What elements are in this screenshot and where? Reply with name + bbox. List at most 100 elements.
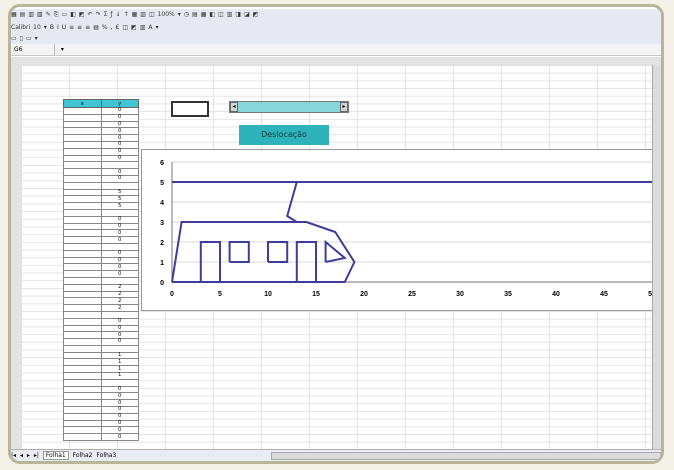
cell-x[interactable] xyxy=(63,127,102,136)
name-box[interactable]: G6 xyxy=(11,44,55,55)
toolbar-button-2[interactable]: ▥ xyxy=(28,9,34,20)
format-button-16[interactable]: A xyxy=(148,22,152,33)
cell-x[interactable] xyxy=(63,222,102,231)
cell-y[interactable]: 0 xyxy=(100,426,139,435)
form-control-0[interactable]: ▭ xyxy=(11,33,17,44)
cell-x[interactable] xyxy=(63,331,102,340)
cell-x[interactable] xyxy=(63,229,102,238)
cell-y[interactable]: 1 xyxy=(100,351,139,360)
toolbar-button-11[interactable]: Σ xyxy=(104,9,108,20)
vertical-scrollbar[interactable] xyxy=(652,65,661,449)
format-button-0[interactable]: Calibri xyxy=(11,22,30,33)
cell-y[interactable]: 0 xyxy=(100,270,139,278)
toolbar-button-20[interactable]: ◷ xyxy=(184,9,189,20)
cell-y[interactable]: 2 xyxy=(100,290,139,299)
cell-x[interactable] xyxy=(63,161,102,170)
cell-y[interactable]: 5 xyxy=(100,195,139,204)
cell-y[interactable]: 2 xyxy=(100,304,139,312)
last-sheet-icon[interactable]: ▸| xyxy=(34,452,39,459)
format-button-3[interactable]: B xyxy=(50,22,54,33)
cell-x[interactable] xyxy=(63,317,102,326)
format-button-1[interactable]: 10 xyxy=(33,22,41,33)
cell-y[interactable]: 0 xyxy=(100,338,139,346)
toolbar-button-8[interactable]: ◩ xyxy=(79,9,85,20)
cell-x[interactable] xyxy=(63,140,102,149)
cell-y[interactable]: 2 xyxy=(100,283,139,292)
toolbar-button-25[interactable]: ▥ xyxy=(227,9,233,20)
cell-y[interactable]: 0 xyxy=(100,236,139,244)
toolbar-button-7[interactable]: ◧ xyxy=(70,9,76,20)
cell-y[interactable]: 0 xyxy=(100,324,139,333)
cell-x[interactable] xyxy=(63,236,102,244)
cell-x[interactable] xyxy=(63,324,102,333)
toolbar-button-19[interactable]: ▾ xyxy=(178,9,181,20)
form-control-2[interactable]: ▭ xyxy=(26,33,32,44)
cell-x[interactable] xyxy=(63,154,102,163)
first-sheet-icon[interactable]: |◂ xyxy=(11,452,16,459)
toolbar-button-5[interactable]: ⎘ xyxy=(54,9,59,20)
cell-y[interactable]: 0 xyxy=(100,385,139,394)
format-button-6[interactable]: ≡ xyxy=(69,22,74,33)
cell-x[interactable] xyxy=(63,181,102,190)
toolbar-button-6[interactable]: ▭ xyxy=(62,9,68,20)
toolbar-button-0[interactable]: ▦ xyxy=(11,9,17,20)
scroll-right-arrow-icon[interactable]: ▸ xyxy=(340,102,348,112)
format-button-11[interactable]: ‚ xyxy=(111,22,113,33)
cell-x[interactable] xyxy=(63,351,102,360)
cell-y[interactable]: 0 xyxy=(100,154,139,163)
format-button-5[interactable]: U xyxy=(62,22,66,33)
cell-x[interactable] xyxy=(63,188,102,197)
toolbar-button-12[interactable]: ƒ xyxy=(110,9,112,20)
cell-y[interactable]: 0 xyxy=(100,120,139,129)
format-button-9[interactable]: ▤ xyxy=(93,22,99,33)
cell-y[interactable]: 0 xyxy=(100,392,139,401)
toolbar-button-3[interactable]: ▧ xyxy=(37,9,43,20)
toolbar-button-23[interactable]: ◧ xyxy=(209,9,215,20)
toolbar-button-26[interactable]: ◨ xyxy=(235,9,241,20)
form-control-1[interactable]: ▯ xyxy=(20,33,23,44)
cell-x[interactable] xyxy=(63,134,102,142)
toolbar-button-13[interactable]: ↓ xyxy=(116,9,121,20)
cell-x[interactable] xyxy=(63,344,102,353)
deslocacao-button[interactable]: Deslocação xyxy=(239,125,329,145)
format-button-15[interactable]: ▥ xyxy=(140,22,146,33)
sheet-tab-3[interactable]: Folha3 xyxy=(96,452,116,459)
cell-x[interactable] xyxy=(63,385,102,394)
cell-y[interactable]: 0 xyxy=(100,433,139,442)
cell-y[interactable]: 0 xyxy=(100,256,139,265)
cell-x[interactable] xyxy=(63,249,102,258)
cell-x[interactable] xyxy=(63,297,102,306)
cell-x[interactable] xyxy=(63,270,102,278)
format-button-13[interactable]: ◫ xyxy=(122,22,128,33)
sheet-tab-2[interactable]: Folha2 xyxy=(73,452,93,459)
toolbar-button-27[interactable]: ◪ xyxy=(244,9,250,20)
format-button-12[interactable]: € xyxy=(116,22,120,33)
toolbar-button-14[interactable]: ↑ xyxy=(124,9,129,20)
chart-area[interactable]: 012345605101520253035404550 xyxy=(141,149,661,311)
cell-y[interactable] xyxy=(100,161,139,170)
sheet-tab-1[interactable]: Folha1 xyxy=(42,451,69,460)
cell-y[interactable]: 0 xyxy=(100,263,139,272)
horizontal-scrollbar[interactable] xyxy=(271,452,661,460)
cell-x[interactable] xyxy=(63,107,102,115)
cell-y[interactable]: 1 xyxy=(100,372,139,380)
cell-x[interactable] xyxy=(63,174,102,183)
cell-y[interactable]: 0 xyxy=(100,317,139,326)
cell-x[interactable] xyxy=(63,378,102,387)
toolbar-button-22[interactable]: ▦ xyxy=(201,9,207,20)
format-button-2[interactable]: ▾ xyxy=(44,22,47,33)
cell-x[interactable] xyxy=(63,168,102,176)
cell-x[interactable] xyxy=(63,406,102,414)
cell-x[interactable] xyxy=(63,283,102,292)
toolbar-button-21[interactable]: ▤ xyxy=(192,9,198,20)
cell-y[interactable]: 0 xyxy=(100,127,139,136)
format-button-4[interactable]: I xyxy=(57,22,59,33)
toolbar-button-17[interactable]: ◫ xyxy=(149,9,155,20)
cell-x[interactable] xyxy=(63,419,102,428)
cell-y[interactable]: 5 xyxy=(100,202,139,210)
toolbar-button-18[interactable]: 100% xyxy=(158,9,175,20)
toolbar-button-28[interactable]: ◩ xyxy=(253,9,259,20)
cell-y[interactable]: 0 xyxy=(100,174,139,183)
cell-x[interactable] xyxy=(63,256,102,265)
cell-y[interactable]: 0 xyxy=(100,249,139,258)
